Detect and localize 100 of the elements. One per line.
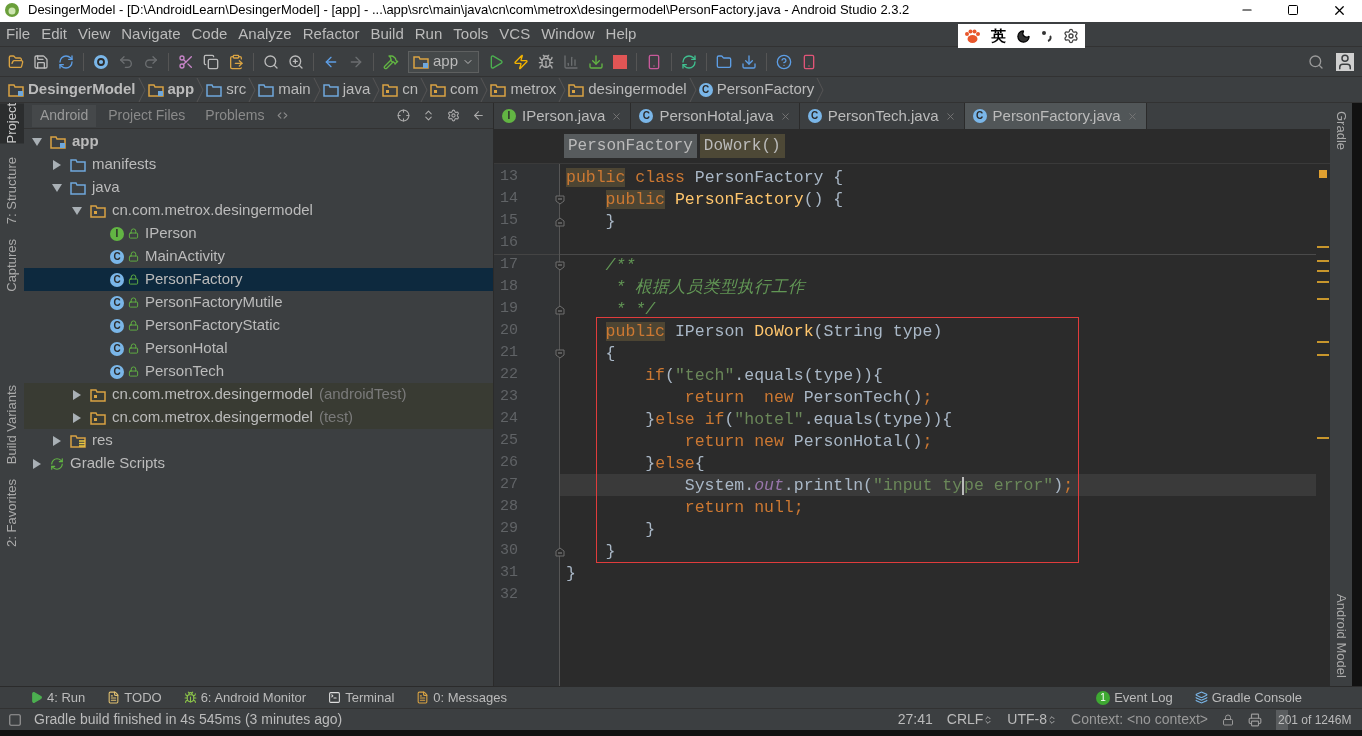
debug-icon[interactable] [538, 53, 555, 70]
lightning-icon[interactable] [513, 53, 530, 70]
tree-item[interactable]: cn.com.metrox.desingermodel (test) [24, 406, 493, 429]
collapsed-arrow-icon[interactable] [72, 412, 82, 423]
tool-window-tab[interactable]: Captures [0, 238, 24, 292]
expanded-arrow-icon[interactable] [32, 136, 42, 147]
menu-item[interactable]: Help [605, 22, 637, 46]
menu-item[interactable]: Analyze [238, 22, 292, 46]
tree-item[interactable]: cn.com.metrox.desingermodel [24, 199, 493, 222]
settings-icon[interactable] [447, 109, 460, 122]
encoding-selector[interactable]: UTF-8 [1007, 709, 1057, 730]
tool-window-button[interactable]: 1 Event Log [1096, 687, 1173, 708]
breadcrumb-item[interactable]: main [258, 78, 311, 101]
collapsed-arrow-icon[interactable] [52, 435, 62, 446]
fold-icon[interactable] [555, 348, 565, 359]
menu-item[interactable]: Navigate [121, 22, 181, 46]
tool-window-button[interactable]: Gradle Console [1194, 687, 1302, 708]
context-selector[interactable]: Context: <no context> [1071, 709, 1208, 730]
tool-window-button[interactable]: TODO [107, 687, 162, 708]
tree-item[interactable]: I IPerson [24, 222, 493, 245]
tree-item[interactable]: manifests [24, 153, 493, 176]
structure-path-item[interactable]: PersonFactory [564, 134, 697, 158]
breadcrumb-item[interactable]: cn [382, 78, 419, 101]
tool-window-tab[interactable]: Android Model [1331, 594, 1351, 678]
copy-icon[interactable] [203, 53, 219, 70]
class-icon[interactable] [93, 53, 109, 70]
close-tab-icon[interactable] [611, 110, 623, 122]
tree-item[interactable]: C PersonHotal [24, 337, 493, 360]
sync-icon[interactable] [58, 53, 74, 70]
user-icon[interactable] [1336, 52, 1354, 71]
scroll-from-source-icon[interactable] [397, 109, 410, 122]
collapsed-arrow-icon[interactable] [52, 159, 62, 170]
run-configuration-dropdown[interactable]: app [408, 50, 480, 73]
menu-item[interactable]: VCS [499, 22, 531, 46]
expanded-arrow-icon[interactable] [52, 182, 62, 193]
scroll-tabs-icon[interactable] [276, 109, 290, 122]
tree-item[interactable]: C PersonFactoryStatic [24, 314, 493, 337]
tree-item[interactable]: Gradle Scripts [24, 452, 493, 475]
paw-icon[interactable] [964, 28, 981, 44]
unfold-icon[interactable] [555, 216, 565, 227]
view-tab[interactable]: Problems [197, 104, 273, 127]
tool-window-button[interactable]: Terminal [328, 687, 395, 708]
breadcrumb-item[interactable]: src [206, 78, 247, 101]
paste-icon[interactable] [228, 53, 244, 70]
collapsed-arrow-icon[interactable] [72, 389, 82, 400]
lock-icon[interactable] [1222, 713, 1234, 726]
breadcrumb-item[interactable]: com [430, 78, 479, 101]
breadcrumb-item[interactable]: DesingerModel [8, 78, 136, 101]
editor-tab[interactable]: C PersonFactory.java [964, 103, 1147, 129]
tree-item[interactable]: C PersonFactory [24, 268, 493, 291]
breadcrumb-item[interactable]: desingermodel [568, 78, 687, 101]
breadcrumb-item[interactable]: C PersonFactory [698, 78, 815, 101]
tree-item[interactable]: C PersonFactoryMutile [24, 291, 493, 314]
expanded-arrow-icon[interactable] [72, 205, 82, 216]
menu-item[interactable]: Tools [453, 22, 489, 46]
breadcrumb-item[interactable]: metrox [490, 78, 557, 101]
view-tab[interactable]: Project Files [100, 104, 194, 127]
view-tab[interactable]: Android [32, 104, 97, 127]
cut-icon[interactable] [178, 53, 194, 70]
fold-icon[interactable] [555, 194, 565, 205]
memory-indicator[interactable]: 201 of 1246M [1276, 709, 1354, 730]
menu-item[interactable]: File [6, 22, 31, 46]
menu-item[interactable]: Code [191, 22, 228, 46]
tool-window-tab[interactable]: Gradle [1331, 111, 1351, 151]
tool-window-tab[interactable]: Project [0, 103, 24, 144]
breadcrumb-item[interactable]: app [147, 78, 195, 101]
punctuation-icon[interactable] [1041, 29, 1053, 43]
stop-icon[interactable] [613, 54, 628, 69]
settings-icon[interactable] [1063, 28, 1079, 44]
menu-item[interactable]: Edit [41, 22, 68, 46]
save-icon[interactable] [33, 53, 49, 70]
redo-icon[interactable] [143, 53, 159, 70]
fold-icon[interactable] [555, 260, 565, 271]
tool-window-button[interactable]: 4: Run [30, 687, 86, 708]
tool-window-button[interactable]: 0: Messages [416, 687, 507, 708]
breadcrumb-item[interactable]: java [322, 78, 371, 101]
menu-item[interactable]: Run [414, 22, 443, 46]
structure-path-item[interactable]: DoWork() [699, 134, 785, 158]
caret-position[interactable]: 27:41 [897, 709, 933, 730]
tree-item[interactable]: app [24, 130, 493, 153]
tree-item[interactable]: C PersonTech [24, 360, 493, 383]
tool-windows-toggle-icon[interactable] [8, 712, 22, 727]
tree-item[interactable]: res [24, 429, 493, 452]
unfold-icon[interactable] [555, 304, 565, 315]
unfold-icon[interactable] [555, 546, 565, 557]
undo-icon[interactable] [118, 53, 134, 70]
collapsed-arrow-icon[interactable] [32, 458, 42, 469]
tree-item[interactable]: java [24, 176, 493, 199]
search-everywhere-icon[interactable] [1308, 53, 1324, 70]
close-tab-icon[interactable] [944, 110, 956, 122]
profile-icon[interactable] [563, 53, 580, 70]
input-language-button[interactable]: 英 [991, 24, 1006, 48]
line-separator-selector[interactable]: CRLF [946, 709, 994, 730]
menu-item[interactable]: Build [370, 22, 404, 46]
tool-window-button[interactable]: 6: Android Monitor [183, 687, 307, 708]
search-icon[interactable] [263, 53, 279, 70]
tool-window-tab[interactable]: 2: Favorites [0, 478, 24, 547]
hide-panel-icon[interactable] [472, 109, 485, 122]
tree-item[interactable]: C MainActivity [24, 245, 493, 268]
hammer-icon[interactable] [383, 53, 399, 70]
